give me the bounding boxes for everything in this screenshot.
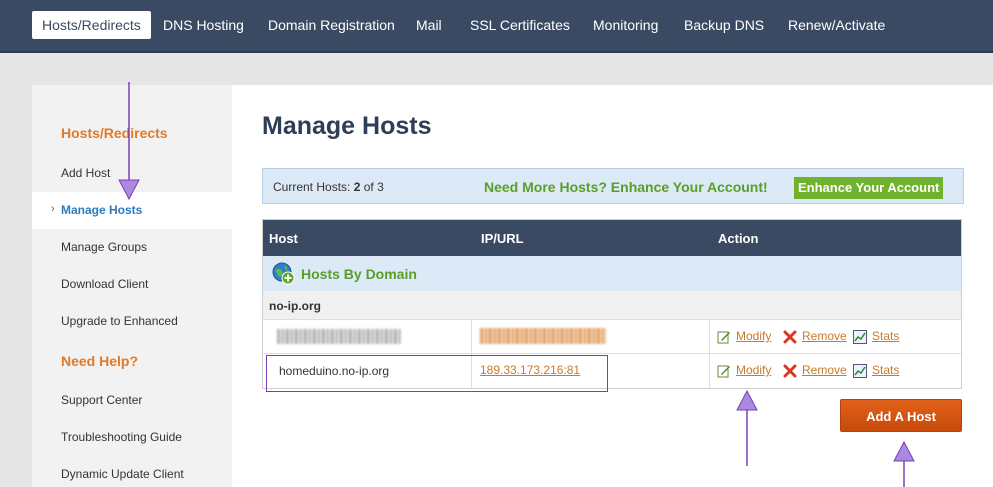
tab-monitoring[interactable]: Monitoring	[593, 11, 658, 39]
account-info-bar: Current Hosts: 2 of 3 Need More Hosts? E…	[262, 168, 964, 204]
edit-icon	[717, 331, 730, 344]
tab-renew-activate[interactable]: Renew/Activate	[788, 11, 885, 39]
column-divider	[709, 354, 710, 388]
stats-icon	[853, 330, 867, 344]
sidebar-help-title: Need Help?	[61, 353, 139, 369]
stats-icon	[853, 364, 867, 378]
column-host: Host	[269, 231, 298, 246]
sidebar-item-download-client[interactable]: Download Client	[61, 277, 148, 291]
domain-row: no-ip.org	[263, 291, 961, 319]
column-divider	[709, 320, 710, 354]
table-header: Host IP/URL Action	[263, 220, 961, 256]
column-divider	[471, 320, 472, 354]
page-title: Manage Hosts	[262, 112, 432, 140]
column-ip-url: IP/URL	[481, 231, 524, 246]
tab-mail[interactable]: Mail	[416, 11, 442, 39]
remove-link[interactable]: Remove	[802, 329, 847, 343]
domain-label: no-ip.org	[269, 299, 321, 313]
tab-domain-registration[interactable]: Domain Registration	[268, 11, 395, 39]
sidebar-item-manage-hosts[interactable]: Manage Hosts	[61, 203, 142, 217]
sidebar: Hosts/Redirects Add Host › Manage Hosts …	[32, 85, 232, 487]
current-hosts: Current Hosts: 2 of 3	[273, 180, 384, 194]
group-row: Hosts By Domain	[263, 256, 961, 291]
current-hosts-total: of 3	[363, 180, 384, 194]
sidebar-item-add-host[interactable]: Add Host	[61, 166, 110, 180]
modify-link[interactable]: Modify	[736, 363, 771, 377]
remove-icon	[783, 330, 797, 344]
remove-link[interactable]: Remove	[802, 363, 847, 377]
enhance-account-button[interactable]: Enhance Your Account	[794, 177, 944, 199]
column-action: Action	[718, 231, 759, 246]
current-hosts-label: Current Hosts:	[273, 180, 351, 194]
remove-icon	[783, 364, 797, 378]
group-label: Hosts By Domain	[301, 266, 417, 282]
sidebar-item-manage-groups[interactable]: Manage Groups	[61, 240, 147, 254]
top-navigation: Hosts/Redirects DNS Hosting Domain Regis…	[0, 0, 993, 53]
edit-icon	[717, 365, 730, 378]
stats-link[interactable]: Stats	[872, 329, 899, 343]
tab-ssl-certificates[interactable]: SSL Certificates	[470, 11, 570, 39]
table-row: Modify Remove Stats	[263, 319, 961, 354]
promo-text: Need More Hosts? Enhance Your Account!	[484, 179, 768, 195]
modify-link[interactable]: Modify	[736, 329, 771, 343]
sidebar-item-support-center[interactable]: Support Center	[61, 393, 142, 407]
redacted-host	[277, 329, 401, 344]
tab-backup-dns[interactable]: Backup DNS	[684, 11, 764, 39]
stats-link[interactable]: Stats	[872, 363, 899, 377]
sidebar-item-dynamic-update-client[interactable]: Dynamic Update Client	[61, 467, 184, 481]
tab-hosts-redirects[interactable]: Hosts/Redirects	[32, 11, 151, 39]
sidebar-item-troubleshooting[interactable]: Troubleshooting Guide	[61, 430, 182, 444]
current-hosts-count: 2	[353, 180, 361, 194]
sidebar-section-title: Hosts/Redirects	[61, 125, 168, 141]
highlight-box	[266, 355, 608, 392]
chevron-right-icon: ›	[51, 203, 55, 215]
redacted-ip	[480, 328, 606, 344]
add-host-button[interactable]: Add A Host	[840, 399, 962, 432]
sidebar-item-upgrade[interactable]: Upgrade to Enhanced	[61, 314, 178, 328]
tab-dns-hosting[interactable]: DNS Hosting	[163, 11, 244, 39]
globe-add-icon	[272, 262, 295, 285]
